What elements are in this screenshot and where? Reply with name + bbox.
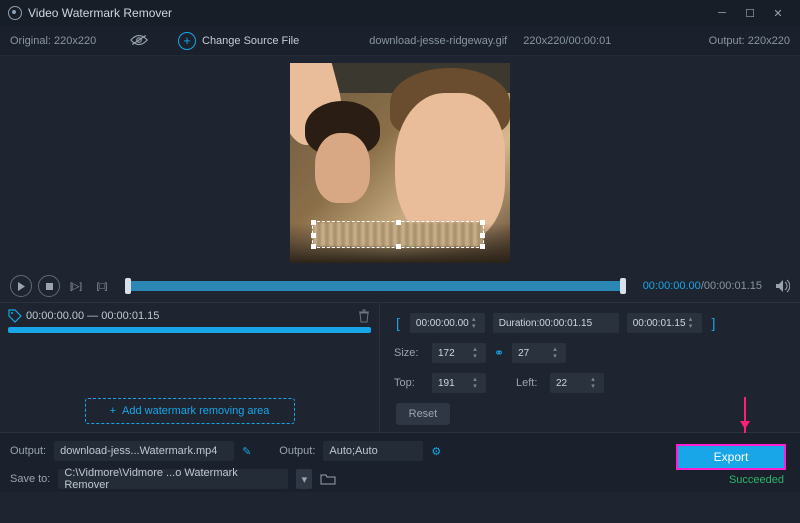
spin-down-icon[interactable]: ▾ bbox=[550, 353, 560, 360]
top-input[interactable]: 191 ▴▾ bbox=[432, 373, 486, 393]
play-button[interactable] bbox=[10, 275, 32, 297]
duration-display: Duration:00:00:01.15 bbox=[493, 313, 619, 333]
source-filename: download-jesse-ridgeway.gif bbox=[369, 35, 507, 47]
spin-down-icon[interactable]: ▾ bbox=[469, 323, 479, 330]
source-dim-time: 220x220/00:00:01 bbox=[523, 35, 611, 47]
preview-area[interactable] bbox=[0, 56, 800, 270]
open-folder-icon[interactable] bbox=[320, 473, 336, 485]
minimize-button[interactable]: ─ bbox=[708, 0, 736, 26]
output-file-label: Output: bbox=[10, 445, 46, 457]
export-button[interactable]: Export bbox=[676, 444, 786, 470]
spin-up-icon[interactable]: ▴ bbox=[550, 346, 560, 353]
close-button[interactable]: ✕ bbox=[764, 0, 792, 26]
size-label: Size: bbox=[394, 347, 424, 359]
size-width-input[interactable]: 172 ▴▾ bbox=[432, 343, 486, 363]
frame-button[interactable]: [□] bbox=[92, 276, 112, 296]
spin-up-icon[interactable]: ▴ bbox=[469, 316, 479, 323]
delete-segment-icon[interactable] bbox=[357, 309, 371, 323]
original-dim-label: Original: 220x220 bbox=[10, 35, 130, 47]
left-label: Left: bbox=[516, 377, 542, 389]
status-text: Succeeded bbox=[729, 474, 784, 486]
spin-up-icon[interactable]: ▴ bbox=[588, 376, 598, 383]
spin-up-icon[interactable]: ▴ bbox=[686, 316, 696, 323]
step-forward-button[interactable]: [▷] bbox=[66, 276, 86, 296]
size-height-input[interactable]: 27 ▴▾ bbox=[512, 343, 566, 363]
output-file-field: download-jess...Watermark.mp4 bbox=[54, 441, 234, 461]
left-input[interactable]: 22 ▴▾ bbox=[550, 373, 604, 393]
change-source-link[interactable]: Change Source File bbox=[202, 35, 299, 47]
add-source-icon[interactable]: + bbox=[178, 32, 196, 50]
segment-row[interactable]: 00:00:00.00 — 00:00:01.15 bbox=[8, 309, 371, 323]
spin-down-icon[interactable]: ▾ bbox=[470, 383, 480, 390]
spin-down-icon[interactable]: ▾ bbox=[470, 353, 480, 360]
range-start-bracket-icon[interactable]: [ bbox=[394, 315, 402, 331]
timecode: 00:00:00.00/00:00:01.15 bbox=[643, 280, 762, 292]
segment-tag-icon bbox=[8, 309, 22, 323]
output-settings: Output: download-jess...Watermark.mp4 ✎ … bbox=[0, 433, 530, 492]
plus-icon: + bbox=[110, 405, 116, 417]
output-dim-label: Output: 220x220 bbox=[709, 35, 790, 47]
app-title: Video Watermark Remover bbox=[28, 6, 172, 20]
annotation-arrow-icon bbox=[744, 397, 746, 433]
reset-button[interactable]: Reset bbox=[396, 403, 450, 425]
output-format-field[interactable]: Auto;Auto bbox=[323, 441, 423, 461]
add-watermark-area-button[interactable]: + Add watermark removing area bbox=[85, 398, 295, 424]
segment-times: 00:00:00.00 — 00:00:01.15 bbox=[26, 310, 357, 322]
timeline-start-handle[interactable] bbox=[125, 278, 131, 294]
edit-output-icon[interactable]: ✎ bbox=[242, 445, 251, 458]
segments-panel: 00:00:00.00 — 00:00:01.15 + Add watermar… bbox=[0, 303, 380, 432]
volume-icon[interactable] bbox=[774, 278, 790, 294]
titlebar: Video Watermark Remover ─ ☐ ✕ bbox=[0, 0, 800, 26]
spin-up-icon[interactable]: ▴ bbox=[470, 346, 480, 353]
selection-box[interactable] bbox=[312, 221, 484, 248]
app-logo-icon bbox=[8, 6, 22, 20]
source-bar: Original: 220x220 + Change Source File d… bbox=[0, 26, 800, 56]
range-start-input[interactable]: 00:00:00.00 ▴▾ bbox=[410, 313, 485, 333]
timeline-end-handle[interactable] bbox=[620, 278, 626, 294]
segment-track[interactable] bbox=[8, 327, 371, 333]
range-end-bracket-icon[interactable]: ] bbox=[710, 315, 718, 331]
stop-button[interactable] bbox=[38, 275, 60, 297]
output-format-label: Output: bbox=[279, 445, 315, 457]
video-frame[interactable] bbox=[290, 63, 510, 263]
spin-down-icon[interactable]: ▾ bbox=[686, 323, 696, 330]
maximize-button[interactable]: ☐ bbox=[736, 0, 764, 26]
save-path-dropdown[interactable]: ▾ bbox=[296, 469, 312, 489]
save-path-field[interactable]: C:\Vidmore\Vidmore ...o Watermark Remove… bbox=[58, 469, 288, 489]
link-dimensions-icon[interactable]: ⚭ bbox=[494, 346, 504, 360]
range-end-input[interactable]: 00:00:01.15 ▴▾ bbox=[627, 313, 702, 333]
spin-up-icon[interactable]: ▴ bbox=[470, 376, 480, 383]
parameters-panel: [ 00:00:00.00 ▴▾ Duration:00:00:01.15 00… bbox=[380, 303, 800, 432]
timeline-track[interactable] bbox=[126, 281, 625, 291]
spin-down-icon[interactable]: ▾ bbox=[588, 383, 598, 390]
preview-visibility-icon[interactable] bbox=[130, 34, 148, 48]
output-settings-icon[interactable]: ⚙ bbox=[431, 445, 441, 458]
top-label: Top: bbox=[394, 377, 424, 389]
playback-bar: [▷] [□] 00:00:00.00/00:00:01.15 bbox=[0, 270, 800, 302]
save-to-label: Save to: bbox=[10, 473, 50, 485]
